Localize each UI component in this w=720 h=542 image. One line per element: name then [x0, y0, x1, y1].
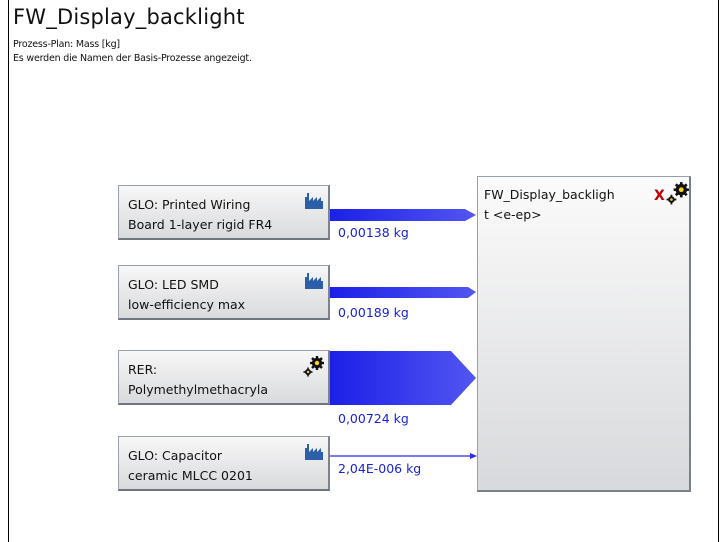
- process-label-line2: low-efficiency max: [128, 297, 246, 312]
- process-box-capacitor[interactable]: GLO: Capacitor ceramic MLCC 0201: [118, 436, 330, 491]
- close-icon[interactable]: X: [654, 188, 665, 204]
- target-label-line1: FW_Display_backligh: [484, 187, 615, 202]
- factory-icon: [305, 193, 323, 209]
- process-label-line2: ceramic MLCC 0201: [128, 468, 253, 483]
- process-label-line2: Polymethylmethacryla: [128, 382, 269, 397]
- process-box-led-smd[interactable]: GLO: LED SMD low-efficiency max: [118, 265, 330, 320]
- process-label-line1: GLO: Printed Wiring: [128, 197, 251, 212]
- flow-arrow-led: [330, 287, 476, 298]
- process-box-polymethylmethacrylate[interactable]: RER: Polymethylmethacryla: [118, 350, 330, 405]
- target-label-line2: t <e-ep>: [484, 207, 542, 222]
- factory-icon: [305, 273, 323, 289]
- gear-icon: [666, 182, 689, 205]
- flow-amount-led-smd: 0,00189 kg: [338, 305, 409, 320]
- process-label-line2: Board 1-layer rigid FR4: [128, 217, 273, 232]
- flow-arrow-capacitor-head: [470, 453, 477, 459]
- flow-arrow-pwb: [330, 209, 476, 221]
- gear-icon: [303, 356, 324, 377]
- target-process-box[interactable]: FW_Display_backlight <e-ep> X: [477, 176, 691, 492]
- process-box-printed-wiring-board[interactable]: GLO: Printed Wiring Board 1-layer rigid F…: [118, 185, 330, 240]
- flow-amount-printed-wiring-board: 0,00138 kg: [338, 225, 409, 240]
- factory-icon: [305, 444, 323, 460]
- flow-amount-polymethylmethacrylate: 0,00724 kg: [338, 411, 409, 426]
- process-label-line1: GLO: Capacitor: [128, 448, 223, 463]
- process-label-line1: RER:: [128, 362, 158, 377]
- process-label-line1: GLO: LED SMD: [128, 277, 219, 292]
- flow-arrow-pmma: [330, 351, 476, 405]
- flow-amount-capacitor: 2,04E-006 kg: [338, 461, 422, 476]
